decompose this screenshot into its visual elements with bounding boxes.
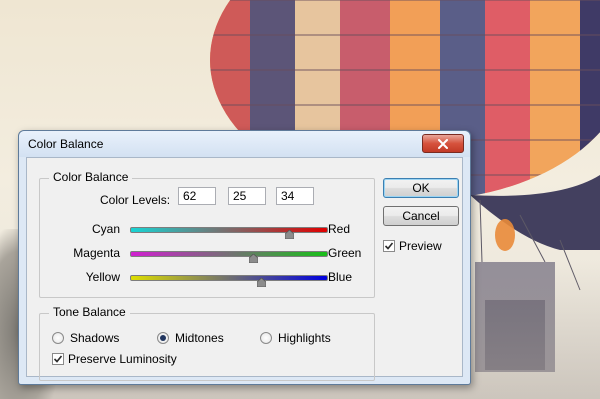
- tone-balance-group: Tone Balance Shadows Midtones Highlights: [39, 305, 375, 381]
- checkmark-icon: [384, 242, 394, 250]
- color-balance-group-label: Color Balance: [49, 170, 133, 184]
- dialog-body: Color Balance Color Levels: Cyan Red Mag…: [26, 157, 463, 381]
- radio-midtones[interactable]: Midtones: [157, 331, 224, 345]
- dialog-title: Color Balance: [28, 137, 104, 151]
- radio-highlights[interactable]: Highlights: [260, 331, 331, 345]
- radio-button-icon: [52, 332, 64, 344]
- yellow-blue-slider-row: Yellow Blue: [40, 268, 374, 288]
- magenta-green-slider-thumb[interactable]: [248, 254, 258, 263]
- slider-label-cyan: Cyan: [91, 222, 120, 236]
- color-levels-label: Color Levels:: [100, 193, 171, 207]
- slider-label-green: Green: [328, 246, 362, 260]
- preserve-luminosity-checkbox[interactable]: Preserve Luminosity: [52, 352, 177, 366]
- ok-button[interactable]: OK: [383, 178, 459, 198]
- radio-label-shadows: Shadows: [70, 331, 120, 345]
- preview-label: Preview: [399, 239, 442, 253]
- radio-label-highlights: Highlights: [278, 331, 331, 345]
- cancel-button[interactable]: Cancel: [383, 206, 459, 226]
- yellow-blue-track[interactable]: [130, 275, 328, 281]
- close-icon: [438, 138, 448, 149]
- cyan-red-slider-thumb[interactable]: [284, 230, 294, 239]
- slider-label-red: Red: [328, 222, 351, 236]
- radio-button-icon: [260, 332, 272, 344]
- preview-checkbox[interactable]: Preview: [383, 239, 442, 253]
- checkbox-box: [52, 353, 64, 365]
- color-level-input-2[interactable]: [228, 187, 266, 205]
- close-button[interactable]: [422, 134, 464, 153]
- checkmark-icon: [53, 355, 63, 363]
- slider-label-magenta: Magenta: [73, 246, 120, 260]
- slider-label-blue: Blue: [328, 270, 353, 284]
- tone-balance-group-label: Tone Balance: [49, 305, 130, 319]
- color-balance-group: Color Balance Color Levels: Cyan Red Mag…: [39, 170, 375, 298]
- color-level-input-3[interactable]: [276, 187, 314, 205]
- radio-label-midtones: Midtones: [175, 331, 224, 345]
- radio-shadows[interactable]: Shadows: [52, 331, 119, 345]
- preserve-luminosity-label: Preserve Luminosity: [68, 352, 177, 366]
- magenta-green-track[interactable]: [130, 251, 328, 257]
- cyan-red-slider-row: Cyan Red: [40, 220, 374, 240]
- yellow-blue-slider-thumb[interactable]: [257, 278, 267, 287]
- checkbox-box: [383, 240, 395, 252]
- color-level-input-1[interactable]: [178, 187, 216, 205]
- cyan-red-track[interactable]: [130, 227, 328, 233]
- magenta-green-slider-row: Magenta Green: [40, 244, 374, 264]
- title-bar[interactable]: Color Balance: [19, 131, 470, 157]
- color-balance-dialog: Color Balance Color Balance Color Levels…: [18, 130, 471, 385]
- radio-button-icon: [157, 332, 169, 344]
- slider-label-yellow: Yellow: [85, 270, 120, 284]
